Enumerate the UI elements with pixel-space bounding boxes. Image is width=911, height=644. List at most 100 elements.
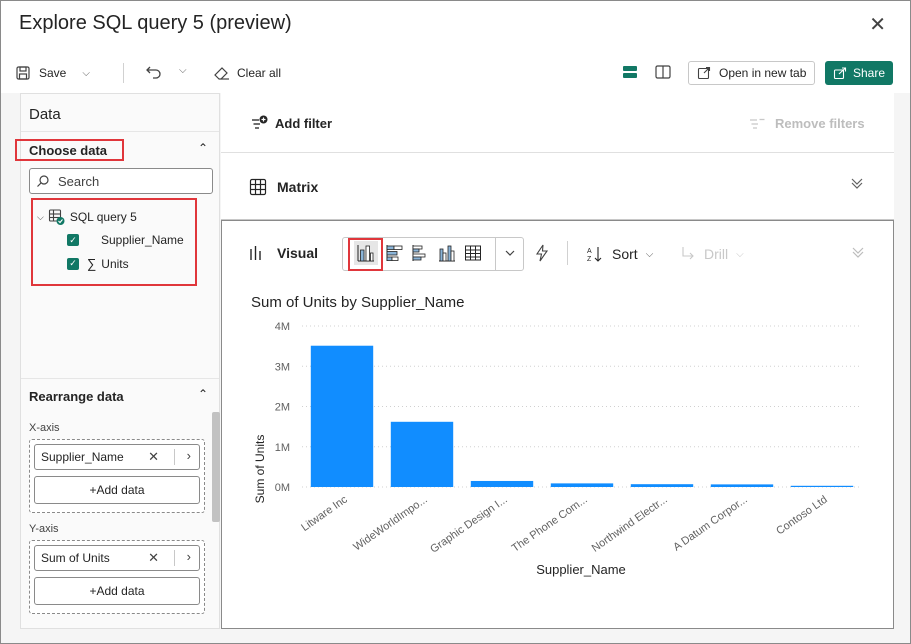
add-filter-button[interactable]: Add filter	[251, 115, 332, 131]
x-axis-label: X-axis	[29, 422, 60, 434]
bar[interactable]	[790, 485, 854, 487]
y-tick-label: 2M	[275, 402, 290, 414]
bar[interactable]	[310, 345, 374, 487]
x-tick-label: The Phone Com...	[510, 494, 590, 555]
matrix-header[interactable]: Matrix	[249, 178, 318, 196]
chevron-down-icon[interactable]: ⌵	[646, 249, 654, 260]
tree-item-sql-query[interactable]: ⌵ SQL query 5	[37, 208, 137, 226]
bar[interactable]	[390, 421, 454, 487]
chevron-down-icon[interactable]: ⌵	[37, 212, 44, 223]
search-input[interactable]: Search	[29, 168, 213, 194]
layout-side-icon	[655, 65, 671, 79]
chevron-right-icon[interactable]: ›	[187, 448, 191, 463]
x-axis-title: Supplier_Name	[536, 562, 626, 577]
bar[interactable]	[630, 484, 694, 487]
matrix-label: Matrix	[277, 179, 319, 195]
x-tick-label: Graphic Design I...	[428, 494, 510, 556]
collapse-icon[interactable]	[851, 245, 865, 262]
svg-text:A: A	[587, 248, 592, 255]
x-tick-label: A Datum Corpor...	[671, 494, 750, 554]
chip-divider	[174, 550, 175, 566]
chevron-down-icon[interactable]: ⌵	[82, 68, 90, 79]
filter-pane: Add filter Remove filters	[221, 93, 894, 153]
field-label: Units	[101, 256, 129, 271]
divider	[21, 378, 219, 379]
undo-button[interactable]	[145, 63, 163, 81]
undo-icon	[146, 66, 161, 79]
remove-filters-button[interactable]: Remove filters	[749, 115, 865, 131]
divider	[21, 131, 219, 132]
bar[interactable]	[470, 480, 534, 487]
drill-label: Drill	[704, 246, 729, 262]
remove-icon[interactable]: ✕	[148, 449, 159, 465]
save-label: Save	[39, 66, 67, 80]
undo-chevron-down-icon[interactable]: ⌵	[179, 65, 187, 76]
table-icon	[48, 209, 65, 225]
x-axis-field-chip[interactable]: Supplier_Name ✕ ›	[34, 444, 200, 470]
toolbar: Save ⌵ ⌵ Clear all Open in new tab Share	[1, 53, 910, 93]
field-label: Supplier_Name	[101, 233, 184, 247]
layout-stacked-button[interactable]	[621, 63, 639, 81]
clustered-column-chart-icon[interactable]	[435, 241, 459, 265]
share-label: Share	[853, 66, 886, 80]
chevron-right-icon[interactable]: ›	[187, 549, 191, 564]
open-new-tab-button[interactable]: Open in new tab	[688, 61, 816, 85]
field-supplier-name[interactable]: ✓ Supplier_Name	[67, 233, 184, 247]
layout-side-button[interactable]	[654, 63, 672, 81]
x-tick-label: Northwind Electr...	[590, 494, 670, 555]
drill-icon	[682, 247, 694, 260]
y-tick-label: 1M	[275, 442, 290, 454]
layout-stacked-icon	[623, 66, 637, 78]
column-chart-icon[interactable]	[354, 241, 378, 265]
save-button[interactable]: Save ⌵	[15, 65, 90, 81]
y-axis-field-chip[interactable]: Sum of Units ✕ ›	[34, 545, 200, 571]
y-axis-well: Sum of Units ✕ › +Add data	[29, 540, 205, 614]
table-visual-icon[interactable]	[461, 241, 485, 265]
y-tick-label: 3M	[275, 361, 290, 373]
checkbox-checked-icon[interactable]: ✓	[67, 257, 79, 270]
more-visuals-chevron-icon[interactable]	[498, 241, 522, 265]
title-bar: Explore SQL query 5 (preview) ✕	[1, 1, 910, 53]
x-tick-label: Contoso Ltd	[774, 494, 829, 538]
expand-icon[interactable]	[850, 176, 864, 193]
dialog-window: Explore SQL query 5 (preview) ✕ Save ⌵ ⌵…	[0, 0, 911, 644]
canvas-area: Add filter Remove filters Matrix Visual	[221, 93, 894, 629]
clear-all-button[interactable]: Clear all	[213, 65, 281, 81]
stacked-bar-chart-icon[interactable]	[383, 241, 407, 265]
x-tick-label: Litware Inc	[299, 493, 350, 534]
share-button[interactable]: Share	[825, 61, 894, 85]
remove-filters-icon	[750, 118, 765, 129]
add-data-button[interactable]: +Add data	[34, 577, 200, 605]
field-units[interactable]: ✓ ∑ Units	[67, 256, 129, 271]
save-icon	[16, 66, 30, 80]
add-data-button[interactable]: +Add data	[34, 476, 200, 504]
chevron-down-icon[interactable]: ⌵	[736, 249, 744, 260]
clustered-bar-chart-icon[interactable]	[409, 241, 433, 265]
visual-icon	[250, 246, 261, 260]
sort-button[interactable]: AZ Sort ⌵	[586, 245, 653, 263]
clear-all-label: Clear all	[237, 66, 282, 80]
y-tick-label: 4M	[275, 321, 290, 333]
open-new-tab-icon	[697, 66, 711, 80]
remove-icon[interactable]: ✕	[148, 550, 159, 566]
x-axis-well: Supplier_Name ✕ › +Add data	[29, 439, 205, 513]
visual-header: Visual	[249, 245, 318, 261]
choose-data-title: Choose data	[29, 143, 108, 158]
data-panel: Data Choose data ⌃ Search ⌵ SQL query 5 …	[15, 93, 220, 629]
close-icon[interactable]: ✕	[869, 15, 886, 35]
drill-button[interactable]: Drill ⌵	[680, 245, 744, 263]
checkbox-checked-icon[interactable]: ✓	[67, 234, 79, 246]
x-tick-label: WideWorldImpo...	[351, 494, 429, 554]
visual-label: Visual	[277, 245, 318, 261]
scrollbar[interactable]	[212, 412, 220, 522]
sql-query-label: SQL query 5	[69, 210, 137, 224]
chevron-up-icon[interactable]: ⌃	[198, 141, 208, 155]
search-icon	[37, 175, 49, 187]
lightning-icon[interactable]	[530, 241, 554, 265]
bar[interactable]	[710, 484, 774, 487]
y-axis-title: Sum of Units	[253, 435, 267, 504]
bar[interactable]	[550, 483, 614, 487]
chevron-up-icon[interactable]: ⌃	[198, 387, 208, 401]
sigma-icon: ∑	[87, 256, 97, 271]
x-axis-field-label: Supplier_Name	[41, 450, 124, 464]
